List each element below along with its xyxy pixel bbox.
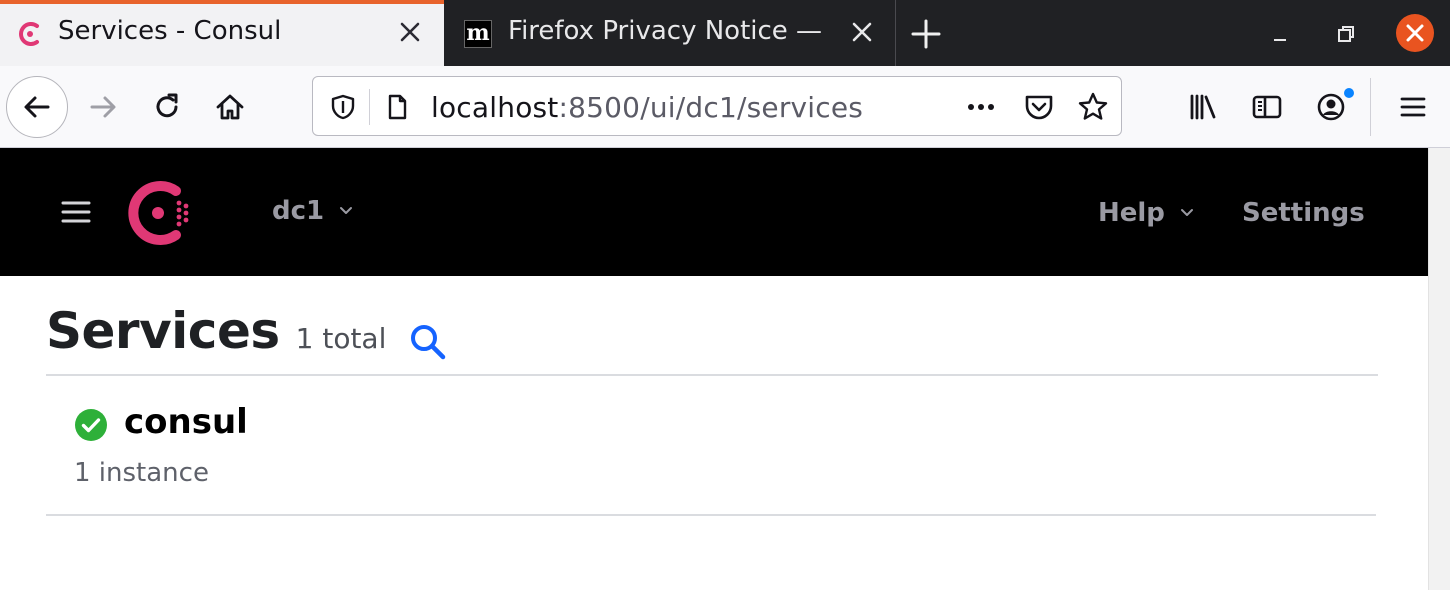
sidebar-icon [1252, 95, 1282, 119]
close-window-button[interactable] [1396, 14, 1434, 52]
navigation-toolbar: localhost:8500/ui/dc1/services [0, 66, 1450, 148]
url-host: localhost [431, 91, 559, 124]
new-tab-plus-icon[interactable] [908, 16, 944, 52]
help-label: Help [1098, 198, 1165, 228]
chevron-down-icon [1180, 209, 1193, 216]
reload-icon [156, 93, 178, 118]
sidebar-toggle-button[interactable] [1240, 80, 1294, 134]
page-actions-button[interactable] [963, 89, 999, 125]
library-button[interactable] [1176, 80, 1230, 134]
service-list-item[interactable]: consul 1 instance [46, 376, 1378, 514]
close-tab-icon[interactable] [848, 18, 876, 46]
settings-link[interactable]: Settings [1242, 198, 1365, 228]
shield-icon [331, 94, 355, 120]
app-menu-button[interactable] [1386, 80, 1440, 134]
divider [46, 514, 1376, 516]
url-path: :8500/ui/dc1/services [558, 91, 864, 124]
url-separator [369, 89, 370, 125]
datacenter-dropdown[interactable]: dc1 [272, 196, 354, 226]
datacenter-label: dc1 [272, 196, 325, 226]
instance-count: 1 instance [74, 458, 209, 488]
star-icon [1078, 92, 1108, 120]
page-title: Services [46, 302, 280, 360]
tab-title: Services - Consul [58, 16, 282, 46]
tab-title: Firefox Privacy Notice — [508, 16, 823, 46]
home-icon [216, 94, 244, 120]
back-arrow-icon [24, 96, 50, 118]
service-count: 1 total [295, 322, 387, 355]
more-dots-icon [968, 104, 994, 110]
mozilla-m-icon: m [464, 20, 492, 48]
minimize-window-icon[interactable] [1268, 22, 1292, 46]
forward-button[interactable] [76, 80, 130, 134]
hamburger-menu-icon[interactable] [60, 200, 92, 224]
back-button[interactable] [6, 76, 68, 138]
search-icon[interactable] [406, 320, 450, 364]
url-text[interactable]: localhost:8500/ui/dc1/services [431, 91, 863, 124]
tab-firefox-privacy-notice[interactable]: m Firefox Privacy Notice — [444, 0, 896, 66]
bookmark-star-button[interactable] [1075, 89, 1111, 125]
menu-icon [1400, 97, 1426, 117]
account-icon [1317, 93, 1345, 121]
site-info-button[interactable] [379, 89, 415, 125]
consul-header: dc1 Help Settings [0, 148, 1428, 276]
account-button[interactable] [1304, 80, 1358, 134]
pocket-icon [1025, 95, 1053, 120]
consul-logo-icon[interactable] [124, 178, 194, 248]
tab-services-consul[interactable]: Services - Consul [0, 0, 444, 66]
consul-icon [19, 22, 39, 46]
page-scrollbar[interactable] [1428, 148, 1450, 590]
close-tab-icon[interactable] [396, 18, 424, 46]
url-bar[interactable]: localhost:8500/ui/dc1/services [312, 76, 1122, 136]
chevron-down-icon [340, 207, 353, 214]
page-header: Services 1 total [46, 302, 386, 366]
restore-window-icon[interactable] [1334, 22, 1358, 46]
tracking-protection-button[interactable] [325, 89, 361, 125]
toolbar-separator [1370, 78, 1371, 136]
notification-dot [1344, 88, 1354, 98]
close-window-icon [1406, 24, 1424, 42]
pocket-button[interactable] [1021, 89, 1057, 125]
help-dropdown[interactable]: Help [1098, 198, 1195, 228]
home-button[interactable] [203, 80, 257, 134]
reload-button[interactable] [140, 80, 194, 134]
service-name[interactable]: consul [124, 402, 248, 442]
forward-arrow-icon [90, 96, 116, 118]
tab-strip: Services - Consul m Firefox Privacy Noti… [0, 0, 1450, 66]
library-icon [1190, 94, 1216, 120]
passing-check-icon [75, 409, 107, 441]
page-icon [388, 94, 407, 120]
